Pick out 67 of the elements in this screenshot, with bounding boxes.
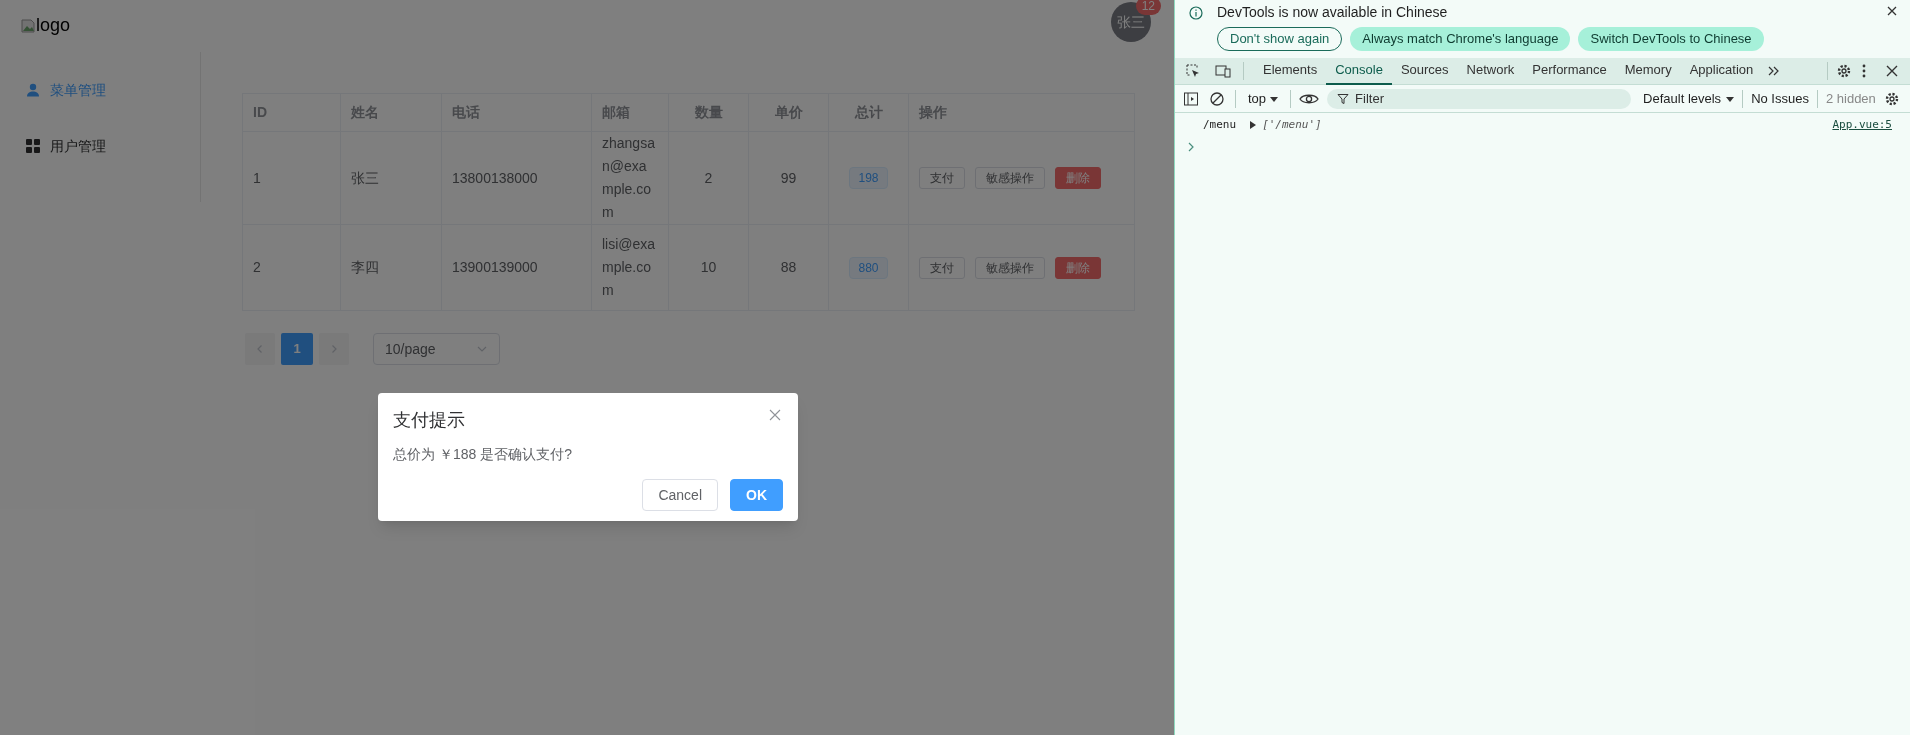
broken-image-icon	[20, 17, 36, 34]
table-cell: 1	[242, 131, 341, 225]
prompt-chevron-icon	[1187, 142, 1195, 152]
caret-down-icon	[1270, 94, 1279, 103]
devtools-tab[interactable]: Network	[1457, 57, 1524, 85]
context-dropdown[interactable]: top	[1244, 88, 1283, 109]
table-cell: lisi@example.com	[591, 224, 669, 311]
infobar-message: DevTools is now available in Chinese	[1217, 3, 1449, 22]
dialog-message: 总价为 ￥188 是否确认支付?	[393, 445, 573, 464]
filter-icon	[1337, 92, 1350, 105]
action-button[interactable]: 敏感操作	[975, 256, 1045, 279]
console-value: ['/menu']	[1262, 116, 1322, 133]
devtools-tab[interactable]: Performance	[1523, 57, 1616, 85]
console-message: /menu	[1203, 116, 1237, 133]
devtools-tab[interactable]: Memory	[1615, 57, 1681, 85]
table-cell: zhangsan@example.com	[591, 131, 669, 225]
close-icon	[769, 409, 781, 421]
broken-image-logo: logo	[20, 12, 71, 39]
log-levels-dropdown[interactable]: Default levels	[1643, 88, 1735, 109]
grid-icon	[26, 139, 40, 153]
notification-badge: 12	[1135, 0, 1161, 15]
kebab-menu-icon	[1862, 63, 1866, 79]
devtools-tab[interactable]: Elements	[1254, 57, 1327, 85]
clear-console-button[interactable]	[1209, 89, 1227, 108]
table-cell: 88	[748, 224, 829, 311]
table-cell: 2	[242, 224, 341, 311]
filter-field[interactable]: Filter	[1327, 88, 1632, 109]
hidden-messages-count: 2 hidden	[1825, 89, 1876, 108]
table-cell: 张三	[340, 131, 442, 225]
infobar-button[interactable]: Always match Chrome's language	[1350, 27, 1571, 51]
sidebar-icon	[1183, 90, 1199, 107]
table-cell: 李四	[340, 224, 442, 311]
table-cell: 99	[748, 131, 829, 225]
settings-icon	[1836, 63, 1852, 79]
devtools-tab[interactable]: Application	[1680, 57, 1763, 85]
inspect-icon	[1185, 63, 1201, 79]
source-link[interactable]: App.vue:5	[1832, 116, 1892, 134]
infobar-button[interactable]: Switch DevTools to Chinese	[1578, 27, 1764, 51]
chevron-left-icon	[255, 344, 265, 354]
cancel-button[interactable]: Cancel	[642, 479, 718, 511]
page-size-select[interactable]: 10/page	[373, 333, 500, 365]
table-cell: 13900139000	[441, 224, 592, 311]
expand-arrow-icon	[1250, 121, 1257, 129]
total-tag: 198	[849, 167, 888, 189]
action-button[interactable]: 支付	[919, 256, 965, 279]
caret-down-icon	[1726, 94, 1735, 103]
action-button[interactable]: 敏感操作	[975, 167, 1045, 189]
device-icon	[1215, 63, 1231, 79]
chevron-right-icon	[329, 344, 339, 354]
devtools-tab[interactable]: Console	[1326, 57, 1392, 85]
action-button[interactable]: 支付	[919, 167, 965, 189]
dialog-title: 支付提示	[393, 409, 465, 432]
total-tag: 880	[849, 256, 888, 279]
devtools-tab[interactable]: Sources	[1391, 57, 1458, 85]
console-settings-button[interactable]	[1883, 90, 1900, 107]
table-cell: 10	[668, 224, 749, 311]
close-icon	[1886, 65, 1898, 77]
close-icon	[1886, 5, 1898, 17]
table-cell: 2	[668, 131, 749, 225]
person-icon	[26, 83, 40, 97]
block-icon	[1209, 90, 1225, 107]
info-icon	[1189, 6, 1203, 20]
table-cell: 13800138000	[441, 131, 592, 225]
settings-icon	[1883, 90, 1900, 107]
sidebar-toggle-button[interactable]	[1183, 89, 1201, 108]
issues-count: No Issues	[1751, 89, 1809, 108]
sidebar-item[interactable]: 用户管理	[0, 118, 200, 174]
